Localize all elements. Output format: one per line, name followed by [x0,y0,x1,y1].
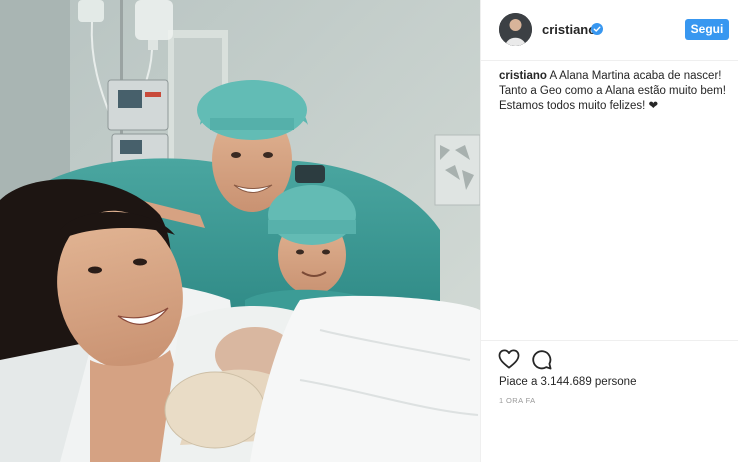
comment-icon[interactable] [531,349,552,370]
photo-illustration [0,0,480,462]
verified-badge-icon [591,23,603,35]
username-link[interactable]: cristiano [542,22,596,37]
post-sidebar: cristiano Segui cristiano A Alana Martin… [480,0,738,462]
avatar-image [499,13,532,46]
post-actions: Piace a 3.144.689 persone 1 ORA FA [481,340,738,405]
avatar[interactable] [499,13,532,46]
post-timestamp: 1 ORA FA [499,396,536,405]
instagram-post: cristiano Segui cristiano A Alana Martin… [0,0,738,462]
post-photo[interactable] [0,0,480,462]
follow-button[interactable]: Segui [685,19,729,40]
post-header: cristiano Segui [481,0,738,61]
post-caption: cristiano A Alana Martina acaba de nasce… [499,69,731,114]
caption-username[interactable]: cristiano [499,70,547,82]
likes-count[interactable]: Piace a 3.144.689 persone [499,376,636,388]
heart-icon[interactable] [498,349,520,369]
